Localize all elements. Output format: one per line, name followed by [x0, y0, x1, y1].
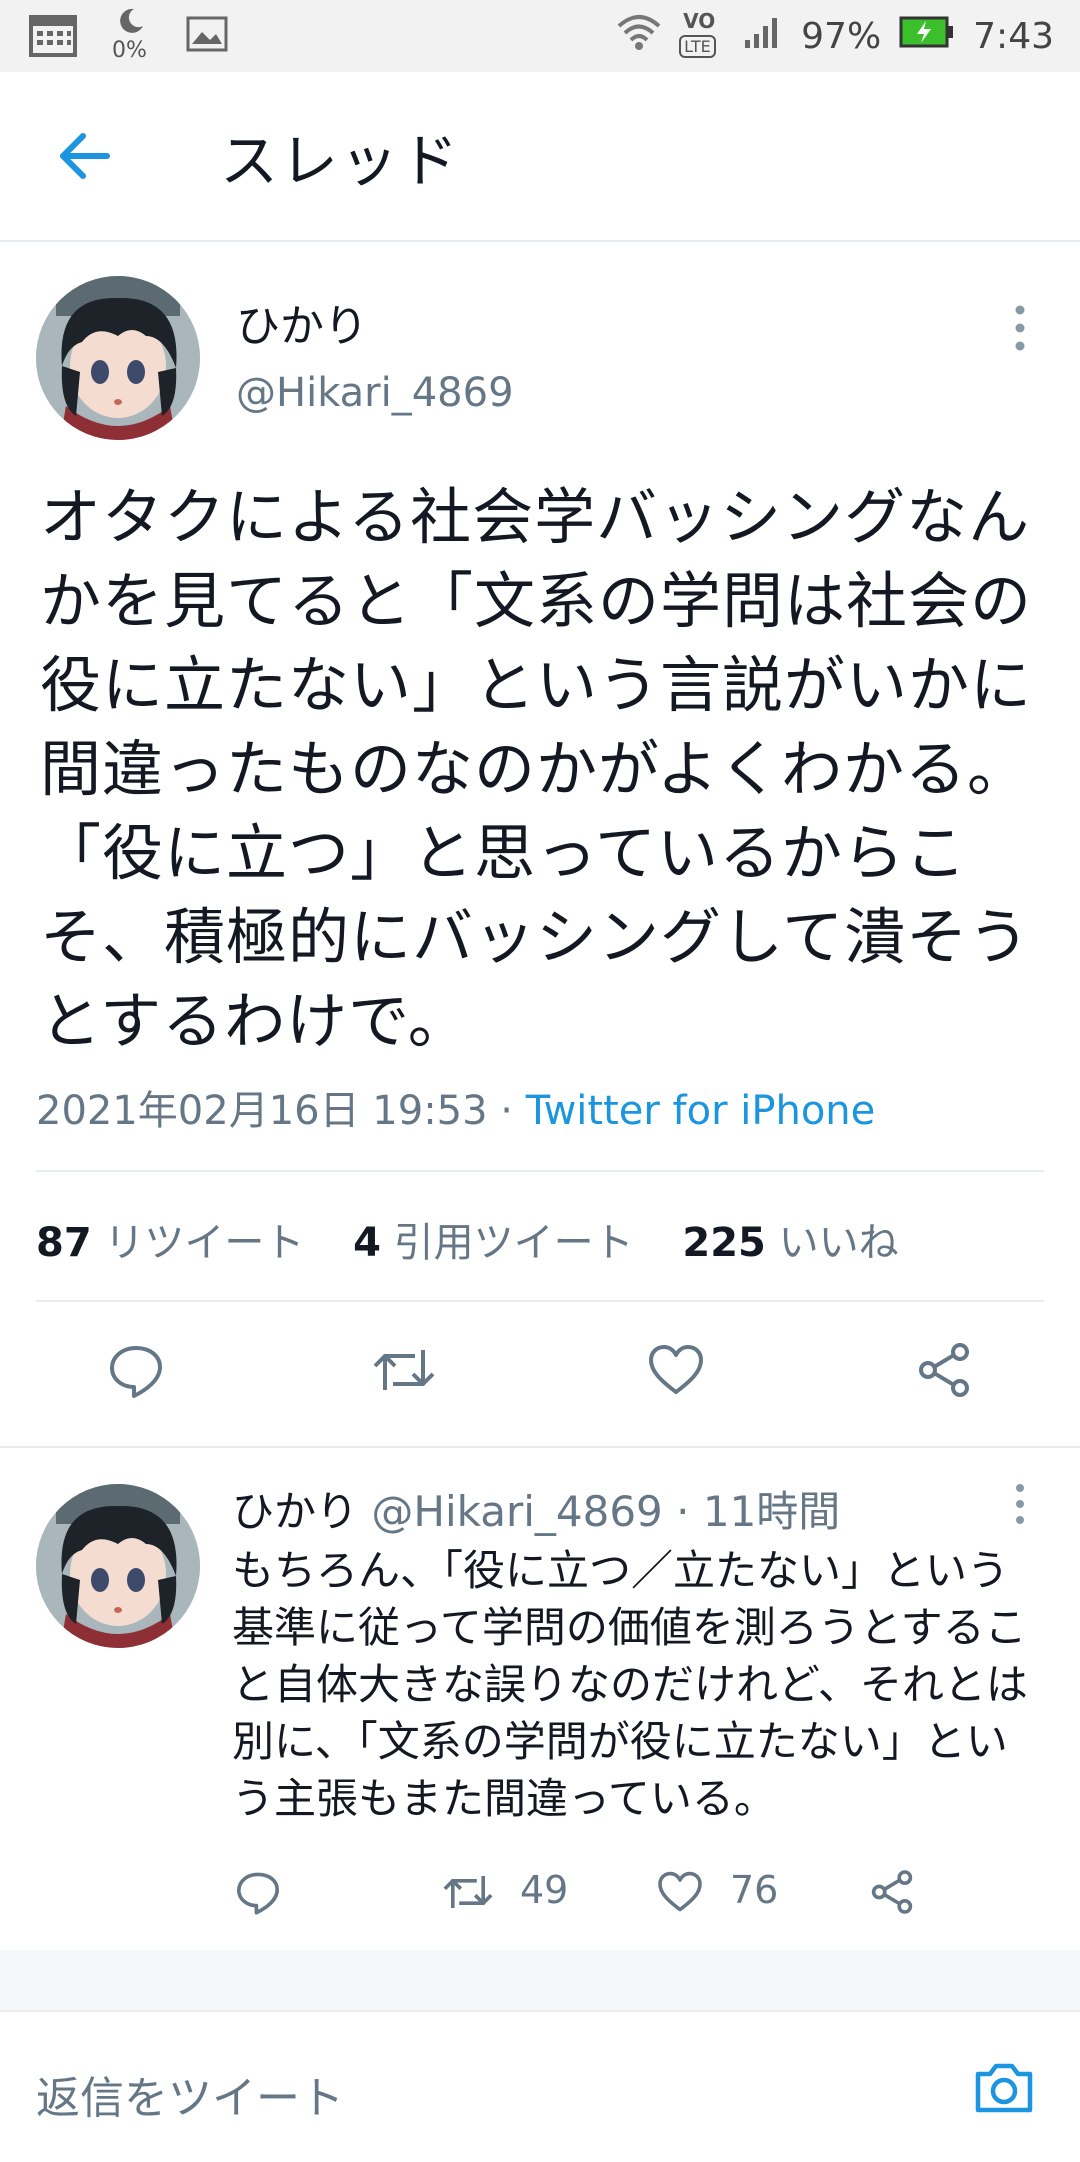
share-icon — [871, 1870, 913, 1914]
battery-icon — [899, 15, 955, 58]
heart-icon — [658, 1871, 702, 1912]
share-button[interactable] — [904, 1330, 984, 1410]
more-vertical-icon — [1016, 1484, 1024, 1524]
arrow-left-icon — [60, 133, 110, 179]
moon-icon: 0% — [112, 6, 152, 66]
signal-icon — [743, 14, 783, 59]
clock: 7:43 — [973, 15, 1054, 57]
tweet-meta: 2021年02月16日 19:53 · Twitter for iPhone — [36, 1088, 876, 1134]
camera-icon — [975, 2063, 1033, 2113]
share-button[interactable] — [852, 1852, 932, 1932]
quote-label: 引用ツイート — [393, 1220, 634, 1266]
retweet-count: 87 — [36, 1220, 92, 1266]
reply-button[interactable] — [96, 1330, 176, 1410]
status-bar: 0% VO LTE 97% 7:43 — [0, 0, 1080, 72]
app-header: スレッド — [0, 72, 1080, 242]
author-name[interactable]: ひかり — [236, 290, 368, 354]
camera-button[interactable] — [972, 2056, 1036, 2120]
reply-button[interactable] — [218, 1852, 298, 1932]
quote-count: 4 — [353, 1220, 381, 1266]
reply-icon — [110, 1346, 162, 1398]
like-stat[interactable]: 225 いいね — [682, 1220, 898, 1266]
more-vertical-icon — [1015, 305, 1025, 351]
reply-actions: 49 76 — [0, 1852, 1080, 1932]
more-options-button[interactable] — [1000, 1480, 1040, 1540]
reply-tweet[interactable]: ひかり @Hikari_4869 · 11時間 もちろん、「役に立つ／立たない」… — [0, 1450, 1080, 1950]
like-count: 225 — [682, 1220, 766, 1266]
image-icon — [186, 16, 228, 56]
author-handle[interactable]: @Hikari_4869 — [371, 1487, 662, 1536]
retweet-count: 49 — [520, 1868, 569, 1912]
tweet-source-link[interactable]: Twitter for iPhone — [526, 1088, 876, 1134]
like-label: いいね — [778, 1220, 899, 1266]
divider — [36, 1170, 1044, 1172]
tweet-stats: 87 リツイート 4 引用ツイート 225 いいね — [36, 1210, 899, 1268]
heart-icon — [649, 1345, 703, 1394]
tweet-timestamp: 2021年02月16日 19:53 — [36, 1088, 488, 1134]
like-button[interactable] — [636, 1330, 716, 1410]
battery-percent: 97% — [801, 15, 882, 57]
reply-composer: 返信をツイート — [0, 2010, 1080, 2162]
retweet-button[interactable] — [428, 1852, 508, 1932]
more-options-button[interactable] — [1000, 298, 1040, 358]
volte-icon: VO LTE — [679, 9, 725, 61]
retweet-icon — [373, 1350, 435, 1390]
avatar[interactable] — [36, 276, 200, 440]
tweet-time: 11時間 — [702, 1487, 841, 1536]
quote-stat[interactable]: 4 引用ツイート — [353, 1220, 634, 1266]
calendar-icon — [28, 9, 78, 63]
retweet-icon — [443, 1876, 493, 1908]
wifi-icon — [617, 12, 661, 61]
like-button[interactable] — [640, 1852, 720, 1932]
reply-icon — [237, 1872, 279, 1915]
divider — [36, 1300, 1044, 1302]
reply-header: ひかり @Hikari_4869 · 11時間 — [232, 1487, 841, 1536]
network-badge: LTE — [679, 35, 716, 58]
author-name[interactable]: ひかり — [232, 1487, 358, 1536]
avatar[interactable] — [36, 1484, 200, 1648]
separator-strip — [0, 1950, 1080, 2010]
back-button[interactable] — [40, 111, 130, 201]
share-icon — [919, 1343, 969, 1397]
tweet-text: もちろん、「役に立つ／立たない」という基準に従って学問の価値を測ろうとすること自… — [232, 1546, 1028, 1823]
tweet-text: オタクによる社会学バッシングなんかを見てると「文系の学問は社会の役に立たない」と… — [40, 482, 1033, 1057]
author-handle[interactable]: @Hikari_4869 — [236, 370, 514, 416]
data-usage-text: 0% — [112, 38, 147, 63]
divider — [0, 1446, 1080, 1448]
reply-input[interactable]: 返信をツイート — [36, 2062, 344, 2126]
retweet-label: リツイート — [104, 1220, 305, 1266]
retweet-button[interactable] — [364, 1330, 444, 1410]
like-count: 76 — [730, 1868, 779, 1912]
page-title: スレッド — [220, 127, 461, 195]
retweet-stat[interactable]: 87 リツイート — [36, 1220, 304, 1266]
